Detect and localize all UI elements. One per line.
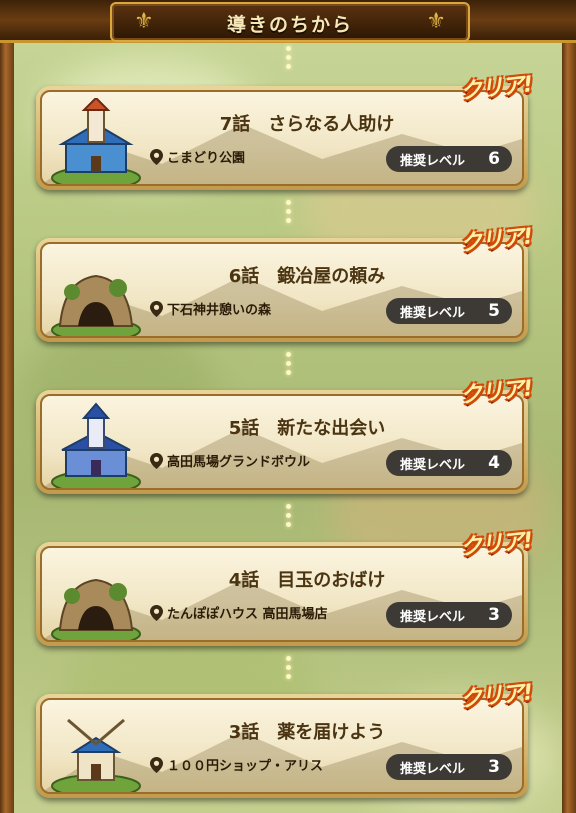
level-label: 推奨レベル: [400, 609, 466, 625]
fleur-icon: ⚜: [426, 9, 446, 34]
quest-title: 7話 さらなる人助け: [219, 114, 395, 135]
quest-location: 高田馬場グランドボウル: [150, 451, 310, 470]
location-name: 高田馬場グランドボウル: [167, 455, 311, 470]
page-title: 導きのちから: [226, 14, 353, 36]
quest-title: 3話 薬を届けよう: [228, 722, 386, 743]
quest-card-body: 3話 薬を届けよう １００円ショップ・アリス 推奨レベル 3: [40, 698, 524, 794]
level-value: 3: [488, 757, 500, 777]
quest-title: 4話 目玉のおばけ: [228, 570, 386, 591]
level-label: 推奨レベル: [400, 457, 466, 473]
level-label: 推奨レベル: [400, 761, 466, 777]
path-dots: [285, 46, 291, 73]
path-dots: [285, 352, 291, 379]
quest-card[interactable]: 7話 さらなる人助け こまどり公園 推奨レベル 6 クリア!: [36, 72, 533, 190]
quest-title: 5話 新たな出会い: [228, 418, 386, 439]
level-value: 6: [488, 149, 500, 169]
location-pin-icon: [150, 604, 163, 621]
quest-card[interactable]: 6話 鍛冶屋の頼み 下石神井憩いの森 推奨レベル 5 クリア!: [36, 224, 533, 342]
location-name: たんぽぽハウス 高田馬場店: [167, 607, 328, 622]
level-value: 5: [488, 301, 500, 321]
recommended-level-badge: 推奨レベル 5: [386, 298, 512, 324]
location-pin-icon: [150, 452, 163, 469]
level-value: 3: [488, 605, 500, 625]
recommended-level-badge: 推奨レベル 3: [386, 754, 512, 780]
location-name: こまどり公園: [167, 151, 246, 166]
recommended-level-badge: 推奨レベル 6: [386, 146, 512, 172]
path-dots: [285, 504, 291, 531]
path-dots: [285, 200, 291, 227]
quest-card-body: 5話 新たな出会い 高田馬場グランドボウル 推奨レベル 4: [40, 394, 524, 490]
recommended-level-badge: 推奨レベル 4: [386, 450, 512, 476]
location-pin-icon: [150, 756, 163, 773]
castle-icon: [51, 98, 141, 184]
frame-left: [0, 34, 14, 813]
path-dots: [285, 656, 291, 683]
quest-location: 下石神井憩いの森: [150, 299, 271, 318]
quest-location: こまどり公園: [150, 147, 245, 166]
quest-location: たんぽぽハウス 高田馬場店: [150, 603, 328, 622]
title-plate: ⚜ 導きのちから ⚜: [110, 2, 470, 42]
quest-card[interactable]: 4話 目玉のおばけ たんぽぽハウス 高田馬場店 推奨レベル 3 クリア!: [36, 528, 533, 646]
quest-card[interactable]: 3話 薬を届けよう １００円ショップ・アリス 推奨レベル 3 クリア!: [36, 680, 533, 798]
location-pin-icon: [150, 148, 163, 165]
quest-card[interactable]: 5話 新たな出会い 高田馬場グランドボウル 推奨レベル 4 クリア!: [36, 376, 533, 494]
quest-title: 6話 鍛冶屋の頼み: [228, 266, 386, 287]
castle-icon: [51, 402, 141, 488]
quest-card-body: 4話 目玉のおばけ たんぽぽハウス 高田馬場店 推奨レベル 3: [40, 546, 524, 642]
frame-right: [562, 34, 576, 813]
level-label: 推奨レベル: [400, 305, 466, 321]
location-name: １００円ショップ・アリス: [167, 759, 324, 774]
recommended-level-badge: 推奨レベル 3: [386, 602, 512, 628]
cave-icon: [51, 578, 141, 640]
quest-card-body: 6話 鍛冶屋の頼み 下石神井憩いの森 推奨レベル 5: [40, 242, 524, 338]
windmill-icon: [51, 718, 141, 792]
quest-location: １００円ショップ・アリス: [150, 755, 323, 774]
location-pin-icon: [150, 300, 163, 317]
location-name: 下石神井憩いの森: [167, 303, 272, 318]
level-value: 4: [488, 453, 500, 473]
level-label: 推奨レベル: [400, 153, 466, 169]
cave-icon: [51, 274, 141, 336]
quest-card-body: 7話 さらなる人助け こまどり公園 推奨レベル 6: [40, 90, 524, 186]
header-bar: ⚜ 導きのちから ⚜: [0, 0, 576, 43]
